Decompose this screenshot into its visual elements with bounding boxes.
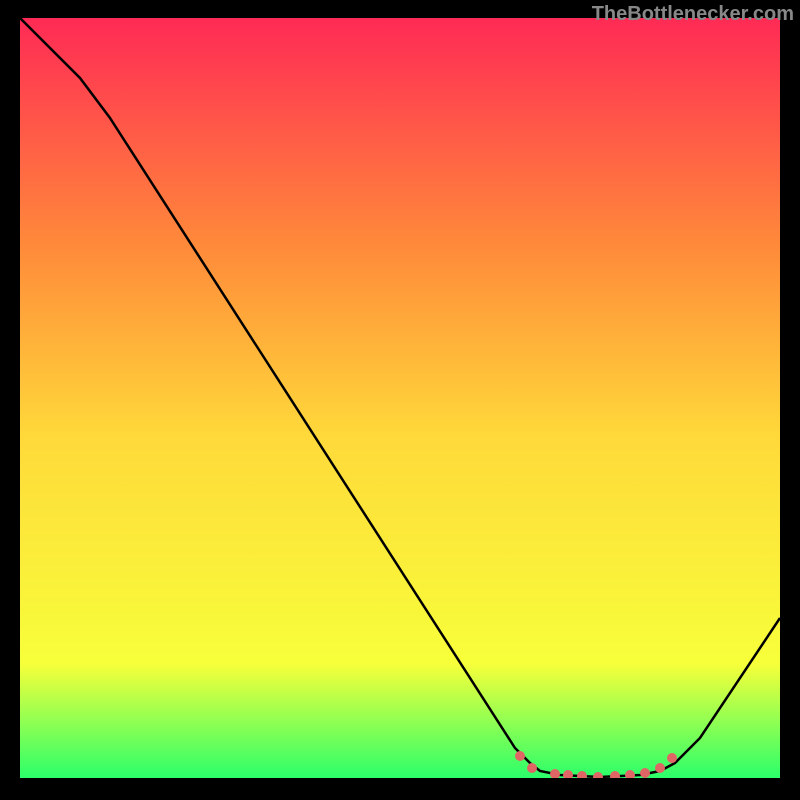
chart-container: TheBottlenecker.com (0, 0, 800, 800)
marker-dot (640, 768, 650, 778)
marker-dot (515, 751, 525, 761)
marker-dot (655, 763, 665, 773)
marker-dot (667, 753, 677, 763)
watermark-text: TheBottlenecker.com (592, 3, 794, 26)
plot-area (20, 18, 780, 778)
plot-svg (20, 18, 780, 778)
marker-dot (527, 763, 537, 773)
gradient-bg (20, 18, 780, 778)
